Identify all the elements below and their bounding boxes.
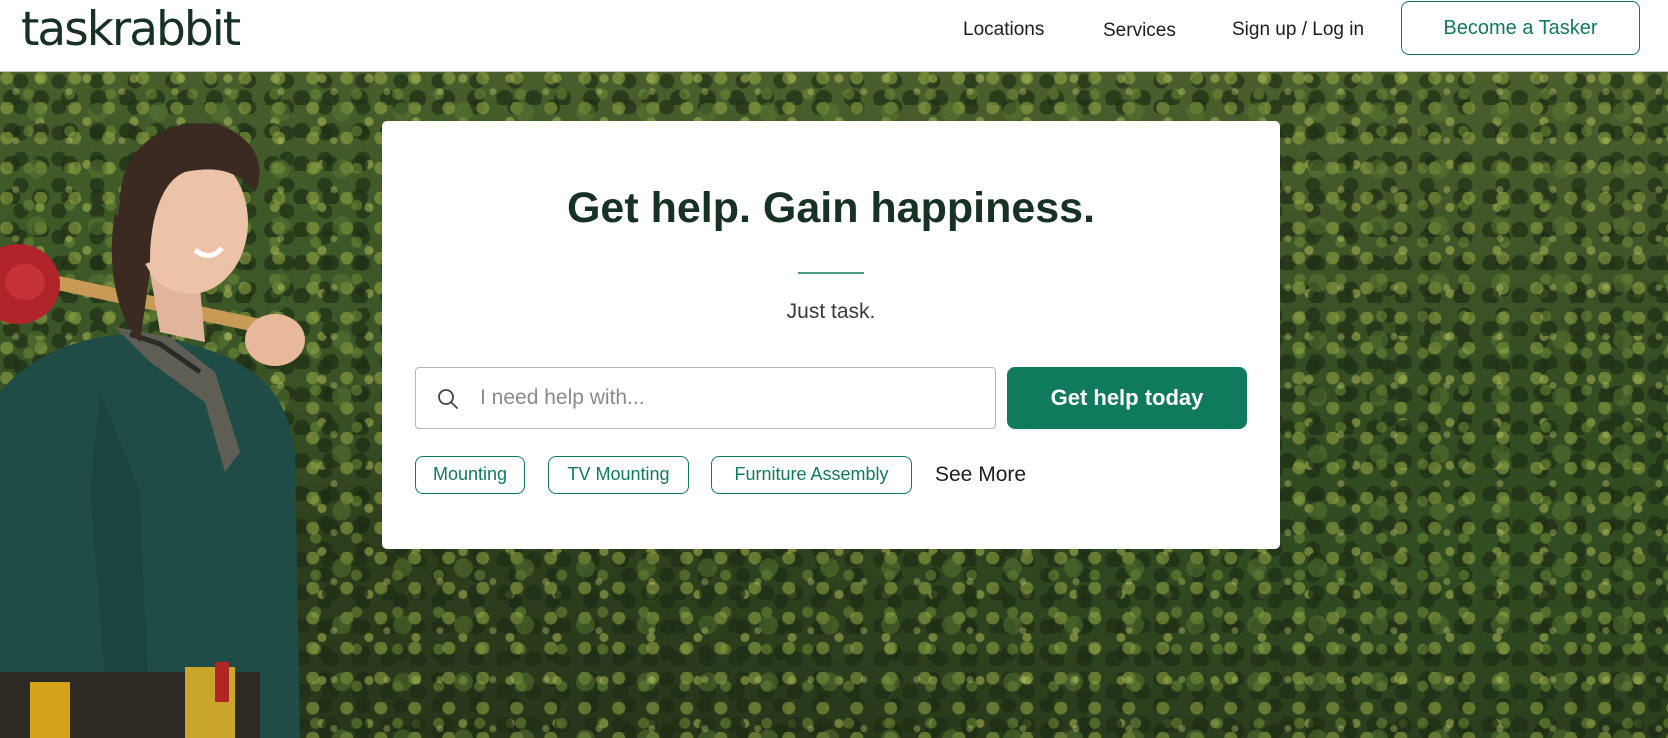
title-divider [798,272,864,274]
see-more-link[interactable]: See More [935,462,1026,488]
search-box[interactable] [415,367,996,429]
nav-signup-login-link[interactable]: Sign up / Log in [1232,18,1364,42]
site-header: taskrabbit Locations Services Sign up / … [0,0,1668,72]
get-help-today-button[interactable]: Get help today [1007,367,1247,429]
chip-furniture-assembly[interactable]: Furniture Assembly [711,456,912,494]
search-input[interactable] [480,369,980,427]
nav-locations-link[interactable]: Locations [963,18,1044,42]
chip-tv-mounting[interactable]: TV Mounting [548,456,689,494]
taskrabbit-logo[interactable]: taskrabbit [21,4,241,56]
chip-mounting[interactable]: Mounting [415,456,525,494]
search-card: Get help. Gain happiness. Just task. Get… [382,121,1280,549]
nav-services-link[interactable]: Services [1103,19,1176,43]
hero-subtitle: Just task. [786,300,876,323]
tasker-photo [0,123,305,738]
become-tasker-button[interactable]: Become a Tasker [1401,1,1640,55]
hero-title: Get help. Gain happiness. [566,184,1096,232]
search-icon [438,389,458,409]
